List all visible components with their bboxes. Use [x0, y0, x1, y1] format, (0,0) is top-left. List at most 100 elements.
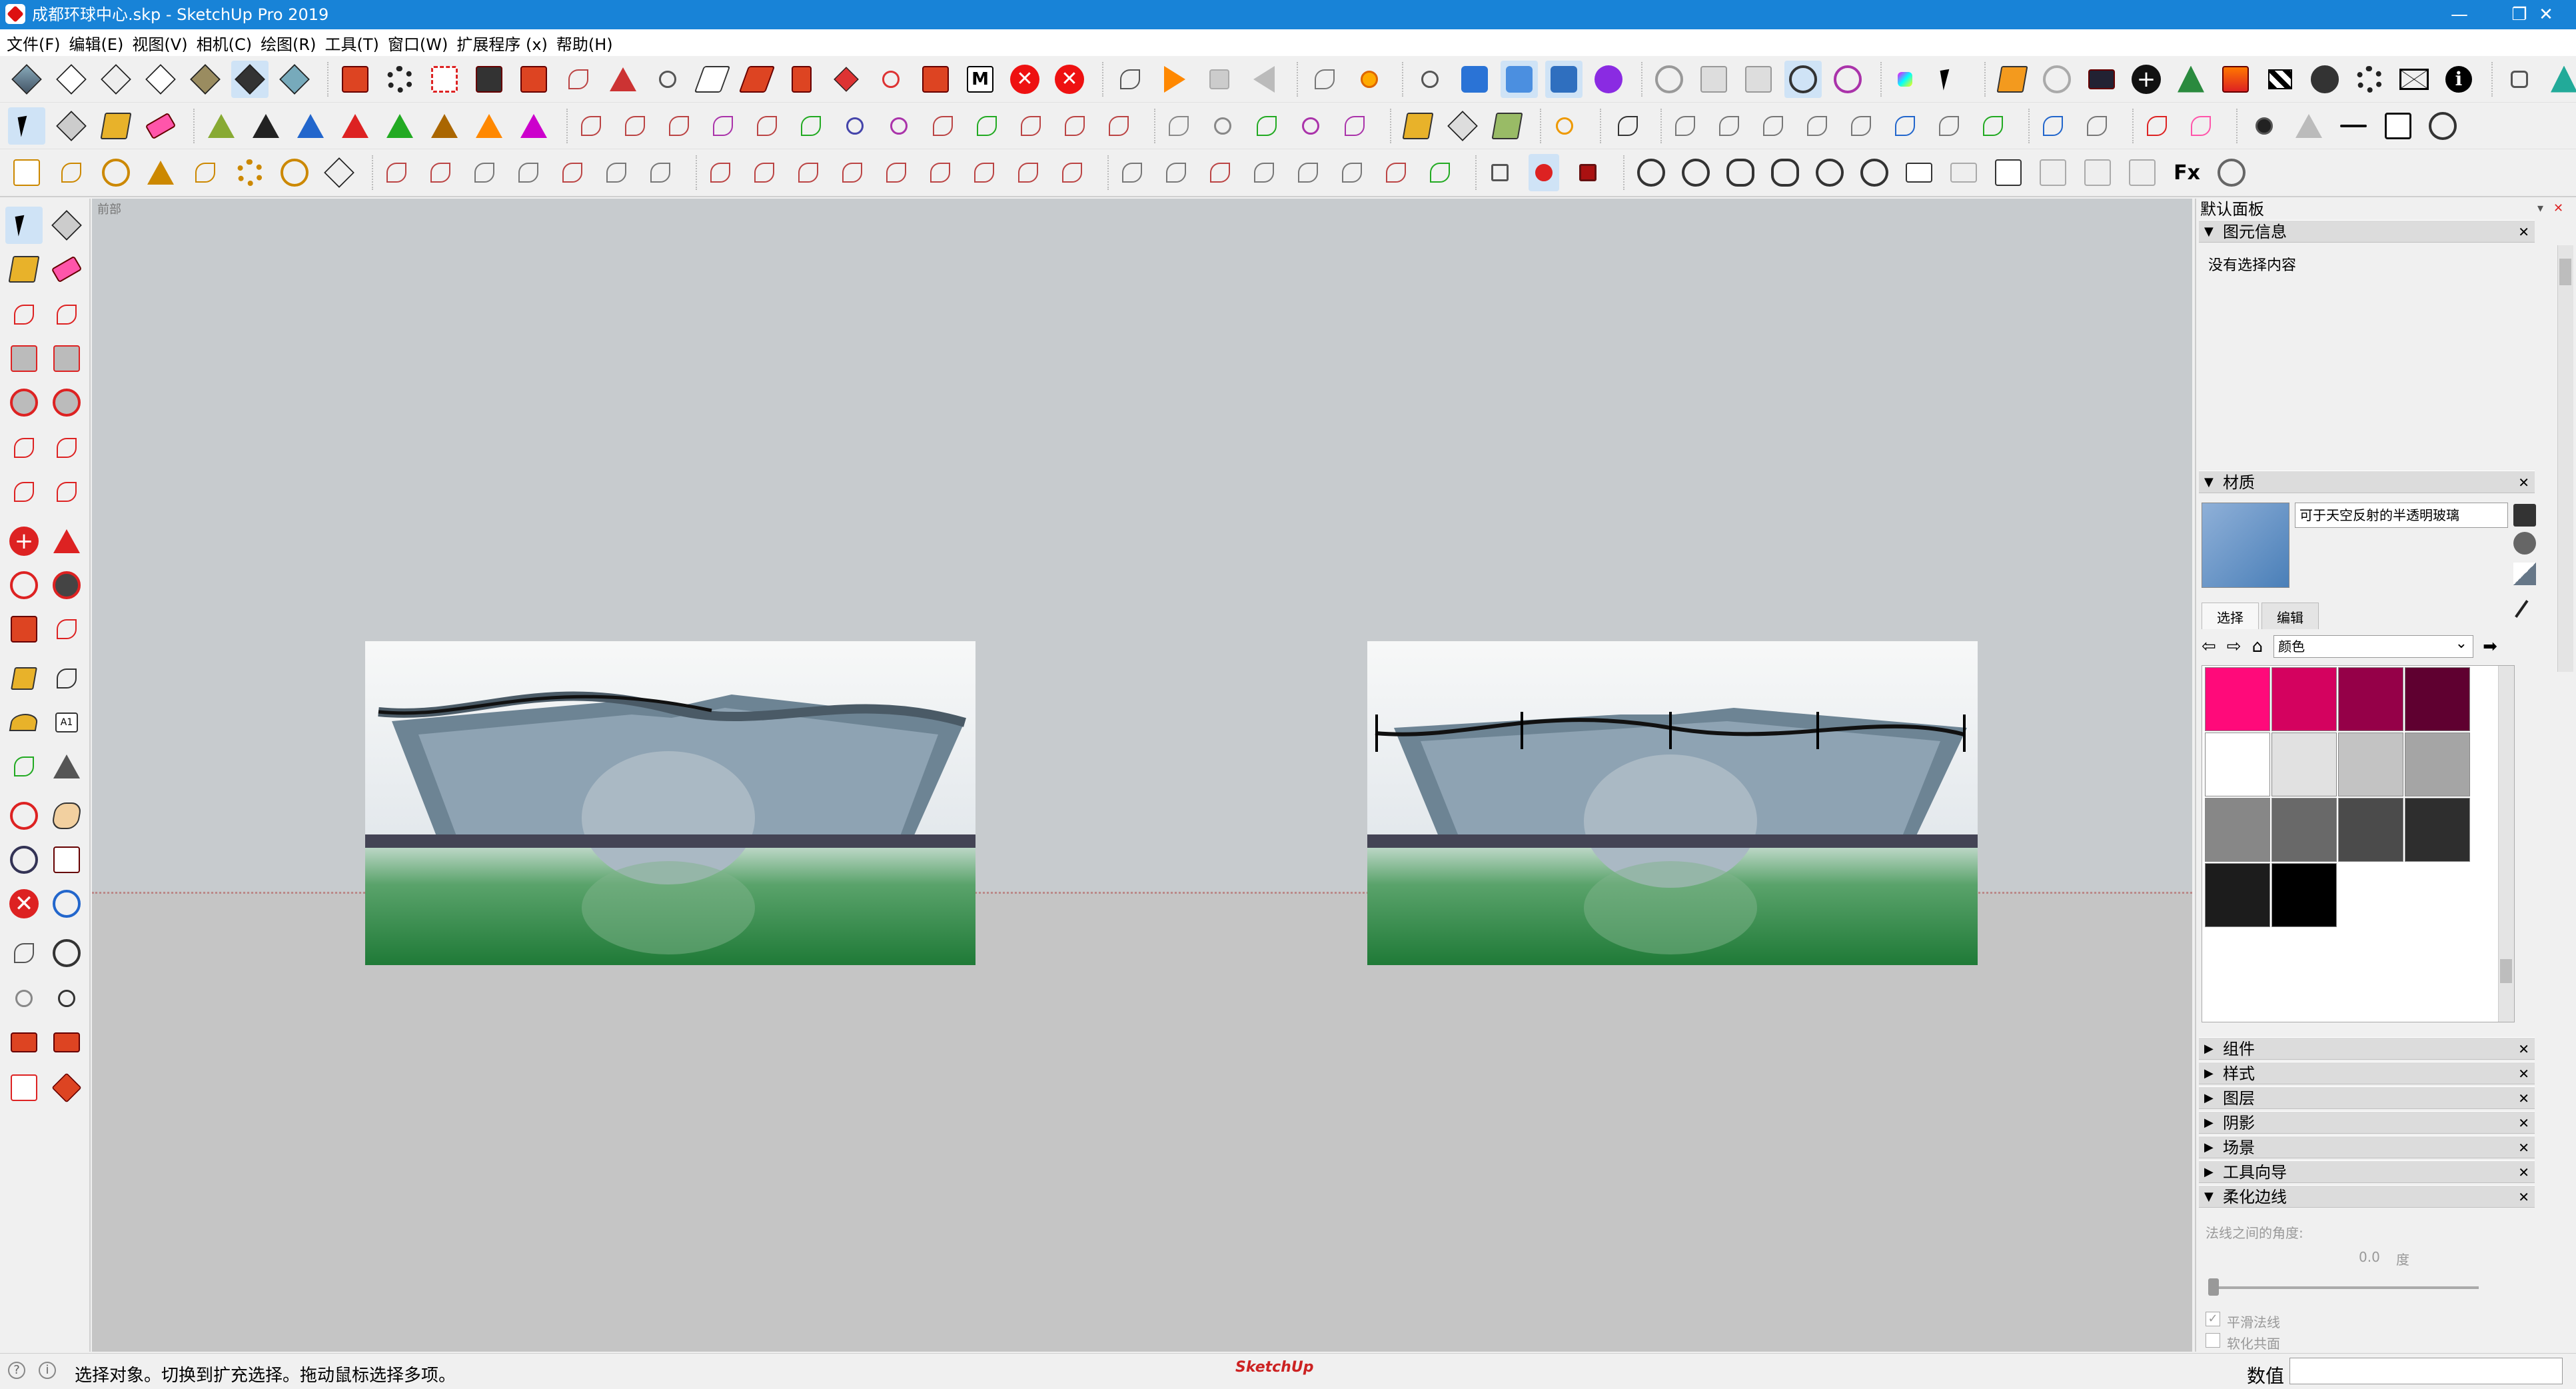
draw-tool-5[interactable] — [881, 154, 912, 191]
swatch-13[interactable] — [2205, 863, 2270, 927]
rect-tool[interactable] — [2379, 107, 2417, 145]
vray-tool-2[interactable] — [1677, 154, 1714, 191]
stop-tool[interactable] — [1201, 61, 1238, 98]
tray-scrollbar[interactable] — [2557, 245, 2573, 672]
vray-tool-11[interactable] — [2079, 154, 2116, 191]
vray-tool-8[interactable] — [1945, 154, 1982, 191]
mod-tool-7[interactable] — [1381, 154, 1411, 191]
pen-tool-2[interactable] — [2186, 107, 2216, 145]
swatch-11[interactable] — [2338, 798, 2403, 862]
tray-pin-icon[interactable]: ▾ — [2537, 201, 2543, 215]
left-follow-me-tool[interactable] — [48, 567, 85, 604]
fx-tool[interactable]: Fx — [2168, 154, 2206, 191]
play-tool[interactable] — [1156, 61, 1193, 98]
forward-arrow-icon[interactable]: ⇨ — [2227, 637, 2242, 657]
vray-tool-10[interactable] — [2034, 154, 2072, 191]
push-2[interactable] — [247, 107, 285, 145]
curve-tool-1[interactable] — [576, 107, 606, 145]
smooth-normals-checkbox[interactable]: ✓ — [2206, 1312, 2220, 1326]
pin-tool[interactable] — [1351, 61, 1388, 98]
left-tape-tool[interactable] — [5, 660, 43, 697]
create-material-icon[interactable] — [2513, 504, 2536, 527]
shape-tool-7[interactable] — [1934, 107, 1964, 145]
dash-tool[interactable] — [2335, 107, 2372, 145]
wand-tool[interactable] — [1609, 107, 1646, 145]
tag-tool-1[interactable] — [2038, 107, 2068, 145]
panel-close-icon[interactable]: ✕ — [2518, 1087, 2529, 1110]
curve-fx-tool[interactable] — [2213, 154, 2250, 191]
display-secondary-icon[interactable] — [2513, 532, 2536, 555]
plane-tool[interactable] — [694, 61, 731, 98]
curve-tool-2[interactable] — [620, 107, 650, 145]
shapes-tool[interactable] — [2545, 61, 2576, 98]
left-pan-tool[interactable] — [48, 797, 85, 834]
model-viewport[interactable]: 前部 — [92, 199, 2192, 1352]
color-tool[interactable] — [1890, 61, 1920, 98]
curve-tool-12[interactable] — [1059, 107, 1090, 145]
left-offset-tool[interactable] — [48, 611, 85, 648]
swap-tool[interactable] — [2083, 61, 2120, 98]
home-icon[interactable]: ⌂ — [2252, 637, 2263, 657]
draw-tool-7[interactable] — [969, 154, 999, 191]
left-paint-tool[interactable] — [5, 251, 43, 288]
scenes-header[interactable]: ▶ 场景 ✕ — [2199, 1136, 2535, 1158]
swatch-6[interactable] — [2271, 732, 2337, 796]
left-eraser-tool[interactable] — [48, 251, 85, 288]
left-extension-warehouse-tool[interactable] — [48, 1024, 85, 1061]
draw-tool-8[interactable] — [1013, 154, 1043, 191]
vray-tool-9[interactable] — [1990, 154, 2027, 191]
shape-tool-1[interactable] — [1670, 107, 1700, 145]
tab-select[interactable]: 选择 — [2202, 603, 2259, 629]
hand-tool[interactable] — [1306, 61, 1343, 98]
front-view-tool[interactable] — [97, 61, 135, 98]
components-header[interactable]: ▶ 组件 ✕ — [2199, 1037, 2535, 1060]
swatch-1[interactable] — [2205, 667, 2270, 731]
push-4[interactable] — [336, 107, 374, 145]
eraser-tool[interactable] — [142, 107, 179, 145]
left-scale-tool[interactable] — [5, 611, 43, 648]
panel-close-icon[interactable]: ✕ — [2518, 1112, 2529, 1134]
stop-tool-1[interactable]: ✕ — [1006, 61, 1043, 98]
curve-tool-11[interactable] — [1015, 107, 1046, 145]
menu-tools[interactable]: 工具(T) — [322, 31, 384, 55]
left-pie-tool[interactable] — [48, 473, 85, 511]
menu-draw[interactable]: 绘图(R) — [258, 31, 322, 55]
bottom-view-tool[interactable] — [276, 61, 313, 98]
box-tool-2[interactable] — [1444, 107, 1481, 145]
draw-tool-6[interactable] — [925, 154, 956, 191]
panel-close-icon[interactable]: ✕ — [2518, 1136, 2529, 1159]
vray-tool-7[interactable] — [1900, 154, 1938, 191]
cursor-tool[interactable] — [1934, 61, 1964, 98]
panel-close-icon[interactable]: ✕ — [2518, 471, 2529, 494]
left-protractor-tool[interactable] — [5, 704, 43, 741]
draw-tool-9[interactable] — [1057, 154, 1087, 191]
layers-stack-tool[interactable] — [828, 61, 865, 98]
back-view-tool[interactable] — [187, 61, 224, 98]
fx-tool-3[interactable] — [469, 154, 500, 191]
draw-tool-2[interactable] — [749, 154, 780, 191]
push-7[interactable] — [470, 107, 508, 145]
curve-tool-6[interactable] — [796, 107, 826, 145]
angle-slider-track[interactable] — [2212, 1286, 2479, 1289]
mod-tool-1[interactable] — [1117, 154, 1147, 191]
left-ruby-tool[interactable] — [48, 1069, 85, 1106]
cone-tool[interactable] — [2290, 107, 2327, 145]
swatch-5[interactable] — [2205, 732, 2270, 796]
current-material-swatch[interactable] — [2202, 503, 2289, 588]
view-cube-2[interactable] — [1501, 60, 1538, 98]
mod-tool-2[interactable] — [1161, 154, 1191, 191]
settings-tool[interactable] — [381, 61, 418, 98]
details-arrow-icon[interactable]: ➡ — [2483, 637, 2497, 657]
vray-tool-5[interactable] — [1811, 154, 1848, 191]
back-arrow-icon[interactable]: ⇦ — [2202, 637, 2216, 657]
axis-tool[interactable] — [1411, 61, 1449, 98]
materials-header[interactable]: ▼ 材质 ✕ — [2199, 471, 2535, 493]
curve-tool-9[interactable] — [928, 107, 958, 145]
left-warehouse-tool[interactable] — [5, 1024, 43, 1061]
swatch-9[interactable] — [2205, 798, 2270, 862]
instructor-icon[interactable]: i — [39, 1362, 56, 1379]
mod-tool-6[interactable] — [1337, 154, 1367, 191]
select-tool[interactable] — [8, 107, 45, 145]
bubble-tool[interactable] — [1549, 107, 1580, 145]
left-freehand-tool[interactable] — [48, 296, 85, 333]
